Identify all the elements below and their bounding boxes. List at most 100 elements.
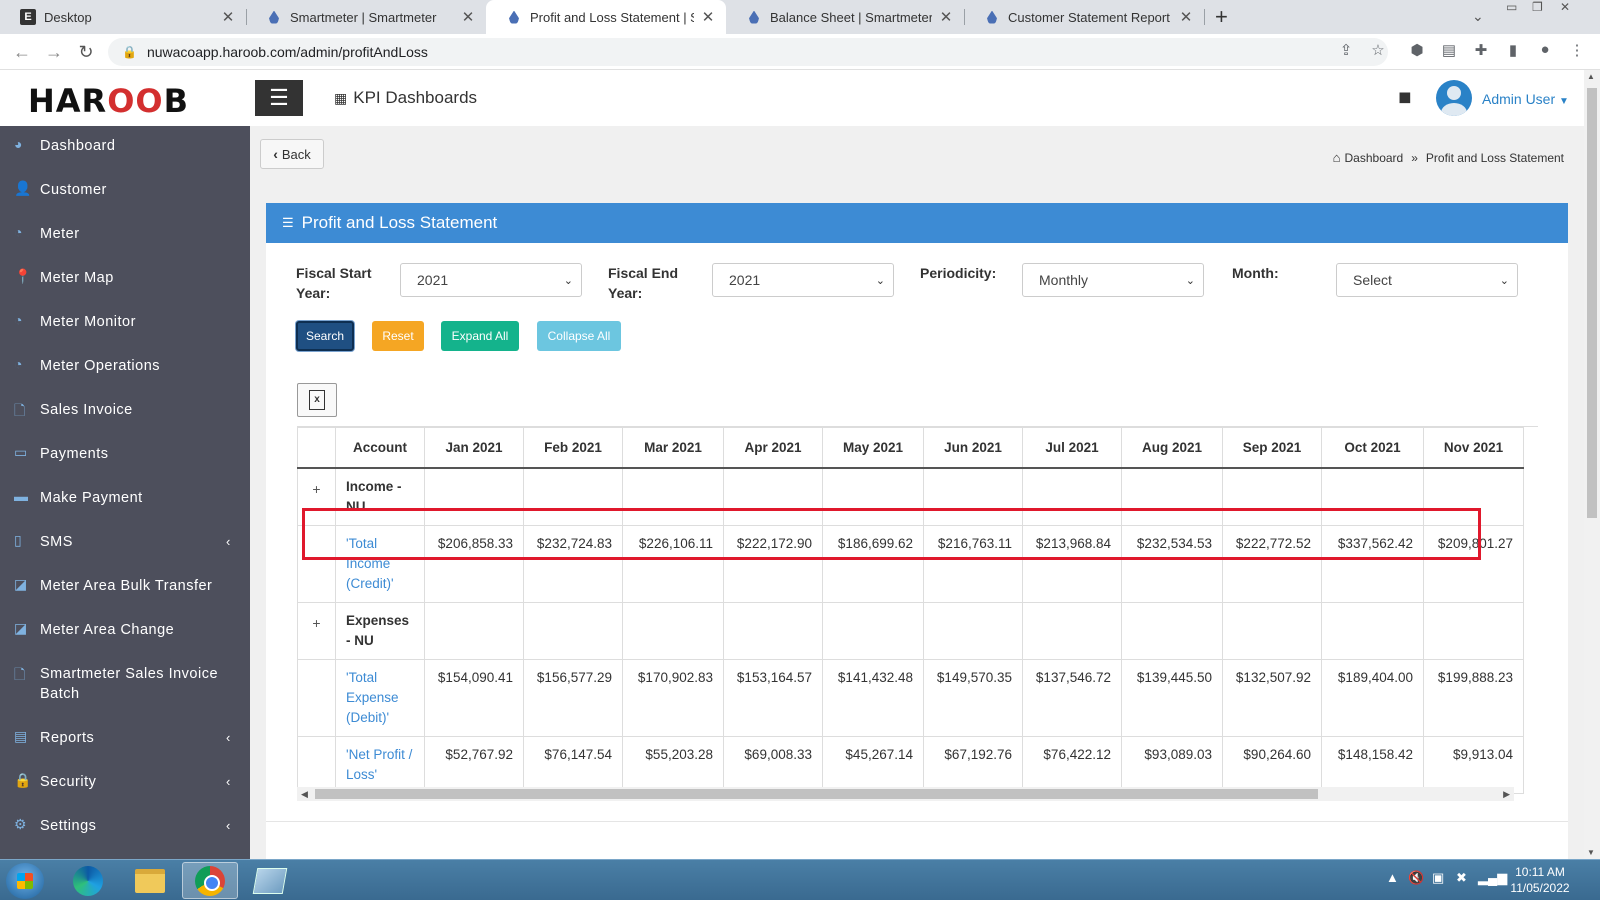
reload-icon[interactable]: ↻ — [74, 40, 98, 64]
taskbar-edge[interactable] — [60, 862, 116, 899]
system-clock[interactable]: 10:11 AM 11/05/2022 — [1502, 864, 1578, 896]
account-link[interactable]: 'Total Expense (Debit)' — [335, 658, 425, 737]
sidebar-item-meter-operations[interactable]: ◔ Meter Operations — [0, 356, 250, 376]
network-error-icon[interactable]: ✖ — [1456, 870, 1467, 886]
profile-icon[interactable]: ● — [1534, 41, 1556, 58]
account-link[interactable]: 'Net Profit / Loss' — [335, 735, 425, 794]
menu-dots-icon[interactable]: ⋮ — [1566, 41, 1588, 59]
sidebar-item-meter-map[interactable]: 📍 Meter Map — [0, 268, 250, 288]
puzzle-icon[interactable]: ✚ — [1470, 41, 1492, 59]
page-vertical-scrollbar[interactable]: ▲ ▼ — [1584, 70, 1600, 859]
star-icon[interactable]: ☆ — [1367, 41, 1389, 59]
tab-customer-statement[interactable]: Customer Statement Report ✕ — [964, 0, 1204, 34]
scroll-right-icon[interactable]: ▶ — [1503, 787, 1510, 801]
back-arrow-icon[interactable]: ← — [10, 40, 34, 64]
close-icon[interactable]: ✕ — [938, 8, 954, 26]
amount-cell — [424, 601, 524, 660]
extension-shield-icon[interactable]: ⬢ — [1406, 41, 1428, 59]
export-excel-button[interactable]: x — [297, 383, 337, 417]
periodicity-select[interactable]: Monthly ⌄ — [1022, 263, 1204, 297]
sidebar-item-customer[interactable]: 👤 Customer — [0, 180, 250, 200]
tab-desktop[interactable]: E Desktop ✕ — [0, 0, 246, 34]
new-tab-plus-icon[interactable]: + — [1215, 4, 1228, 30]
sidepanel-icon[interactable]: ▮ — [1502, 41, 1524, 59]
tab-list-chevron-icon[interactable]: ⌄ — [1472, 8, 1484, 26]
sidebar-item-meter[interactable]: ◔ Meter — [0, 224, 250, 244]
scroll-up-icon[interactable]: ▲ — [1587, 72, 1595, 81]
tab-balance-sheet[interactable]: Balance Sheet | Smartmeter ✕ — [726, 0, 964, 34]
expand-row-toggle[interactable]: + — [297, 601, 336, 660]
taskbar-app[interactable] — [242, 862, 298, 899]
sidebar-item-make-payment[interactable]: ▬ Make Payment — [0, 488, 250, 508]
close-icon[interactable]: ✕ — [700, 8, 716, 26]
close-icon[interactable]: ✕ — [220, 8, 236, 26]
tab-profit-and-loss[interactable]: Profit and Loss Statement | Smart ✕ — [486, 0, 726, 34]
sidebar-item-reports[interactable]: ▤ Reports ‹ — [0, 728, 250, 748]
column-header[interactable]: Jan 2021 — [424, 427, 524, 469]
clipboard-icon[interactable]: ▤ — [1438, 41, 1460, 59]
collapse-all-button[interactable]: Collapse All — [537, 321, 621, 351]
reset-button[interactable]: Reset — [372, 321, 424, 351]
avatar[interactable] — [1436, 80, 1472, 116]
column-header[interactable]: Feb 2021 — [523, 427, 623, 469]
taskbar-file-explorer[interactable] — [122, 862, 178, 899]
back-button[interactable]: ‹ Back — [260, 139, 324, 169]
close-icon[interactable]: ✕ — [1178, 8, 1194, 26]
fiscal-end-year-select[interactable]: 2021 ⌄ — [712, 263, 894, 297]
sidebar: ◕ Dashboard 👤 Customer ◔ Meter 📍 Meter Map ◔… — [0, 126, 250, 859]
close-window-icon[interactable]: ✕ — [1560, 0, 1570, 18]
column-header[interactable]: May 2021 — [822, 427, 924, 469]
kpi-dashboards-link[interactable]: ▦ KPI Dashboards — [334, 88, 477, 108]
share-icon[interactable]: ⇪ — [1335, 41, 1357, 59]
volume-muted-icon[interactable]: 🔇 — [1408, 870, 1424, 886]
windows-taskbar: ▲ 🔇 ▣ ✖ ▂▄▆ 10:11 AM 11/05/2022 — [0, 859, 1600, 900]
sidebar-item-meter-monitor[interactable]: ◔ Meter Monitor — [0, 312, 250, 332]
column-header[interactable]: Account — [335, 427, 425, 469]
page-scrollbar-thumb[interactable] — [1587, 88, 1597, 518]
sidebar-item-security[interactable]: 🔒 Security ‹ — [0, 772, 250, 792]
column-header[interactable]: Sep 2021 — [1222, 427, 1322, 469]
column-header[interactable]: Jul 2021 — [1022, 427, 1122, 469]
horizontal-scrollbar[interactable]: ◀ ▶ — [297, 787, 1514, 801]
taskbar-chrome[interactable] — [182, 862, 238, 899]
user-menu[interactable]: Admin User ▼ — [1482, 91, 1569, 107]
sidebar-item-sales-invoice[interactable]: 🗋 Sales Invoice — [0, 400, 250, 424]
search-button[interactable]: Search — [296, 321, 354, 351]
expand-row-toggle[interactable]: + — [297, 467, 336, 526]
scrollbar-thumb[interactable] — [315, 789, 1318, 799]
device-icon[interactable]: ▣ — [1432, 870, 1444, 886]
sidebar-item-meter-area-change[interactable]: ◪ Meter Area Change — [0, 620, 250, 640]
column-header[interactable]: Mar 2021 — [622, 427, 724, 469]
column-header[interactable]: Aug 2021 — [1121, 427, 1223, 469]
column-header[interactable]: Jun 2021 — [923, 427, 1023, 469]
month-select[interactable]: Select ⌄ — [1336, 263, 1518, 297]
breadcrumb-dashboard-link[interactable]: Dashboard — [1345, 151, 1404, 165]
amount-cell: $199,888.23 — [1423, 658, 1524, 737]
forward-arrow-icon[interactable]: → — [42, 40, 66, 64]
account-link[interactable]: 'Total Income (Credit)' — [335, 524, 425, 603]
hamburger-menu-icon[interactable]: ☰ — [255, 80, 303, 116]
column-header[interactable]: Apr 2021 — [723, 427, 823, 469]
month-value: Select — [1353, 272, 1392, 288]
sidebar-item-settings[interactable]: ⚙ Settings ‹ — [0, 816, 250, 836]
sidebar-item-smartmeter-sales-invoice-batch[interactable]: 🗋 Smartmeter Sales Invoice Batch — [0, 664, 250, 704]
fiscal-start-year-select[interactable]: 2021 ⌄ — [400, 263, 582, 297]
show-hidden-icons-icon[interactable]: ▲ — [1386, 870, 1399, 885]
scroll-down-icon[interactable]: ▼ — [1587, 848, 1595, 857]
haroob-logo[interactable]: HAROOB — [28, 82, 189, 120]
url-bar[interactable]: 🔒 nuwacoapp.haroob.com/admin/profitAndLo… — [108, 38, 1388, 66]
close-icon[interactable]: ✕ — [460, 8, 476, 26]
expand-all-button[interactable]: Expand All — [441, 321, 519, 351]
sidebar-item-sms[interactable]: ▯ SMS ‹ — [0, 532, 250, 552]
scroll-left-icon[interactable]: ◀ — [301, 787, 308, 801]
tab-smartmeter[interactable]: Smartmeter | Smartmeter ✕ — [246, 0, 486, 34]
sidebar-item-payments[interactable]: ▭ Payments — [0, 444, 250, 464]
sidebar-item-meter-area-bulk-transfer[interactable]: ◪ Meter Area Bulk Transfer — [0, 576, 250, 596]
windows-start-icon[interactable] — [6, 863, 44, 899]
sidebar-item-dashboard[interactable]: ◕ Dashboard — [0, 136, 250, 156]
restore-icon[interactable]: ❐ — [1532, 0, 1543, 18]
column-header[interactable]: Oct 2021 — [1321, 427, 1424, 469]
minimize-icon[interactable]: ▭ — [1506, 0, 1517, 18]
tag-icon[interactable]: ⬥ — [1391, 82, 1421, 111]
column-header[interactable]: Nov 2021 — [1423, 427, 1524, 469]
